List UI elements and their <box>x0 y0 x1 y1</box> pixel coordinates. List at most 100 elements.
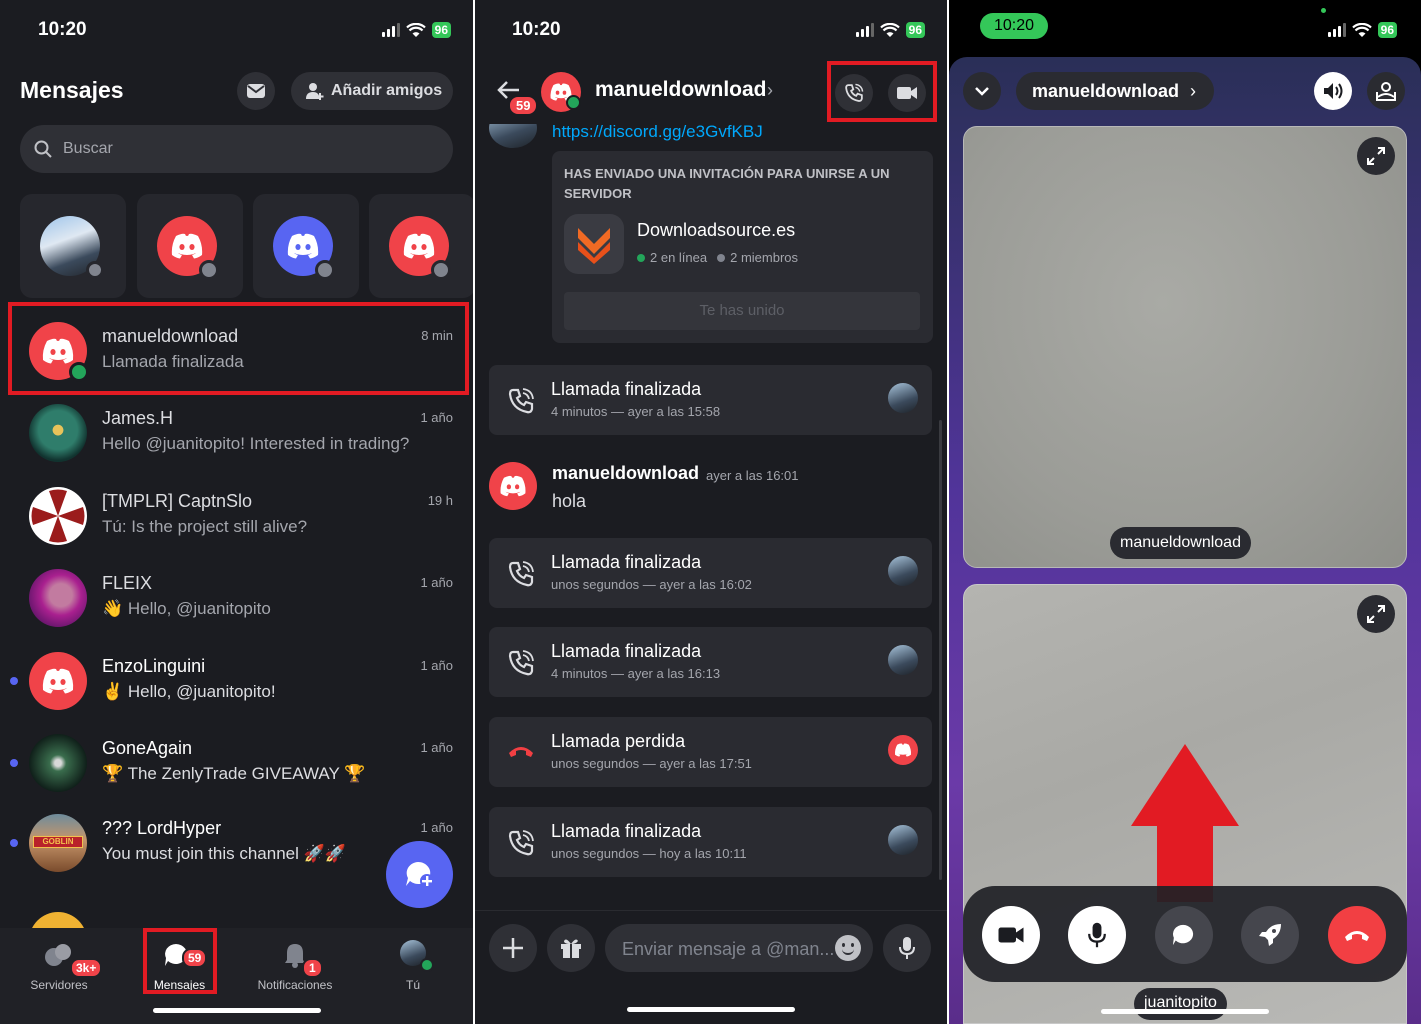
highlight-box <box>8 302 469 395</box>
conversation-time: 1 año <box>420 820 453 835</box>
servers-badge: 3k+ <box>70 958 103 978</box>
hangup-icon <box>509 747 533 757</box>
home-indicator <box>627 1007 795 1012</box>
call-controls <box>963 886 1407 982</box>
expand-tile-button[interactable] <box>1357 595 1395 633</box>
call-details: unos segundos — hoy a las 10:11 <box>551 846 747 861</box>
scrollbar[interactable] <box>939 420 942 880</box>
gift-button[interactable] <box>547 924 595 972</box>
unread-indicator <box>10 759 18 767</box>
chat-button[interactable] <box>1155 906 1213 964</box>
recent-contact[interactable] <box>253 194 359 298</box>
nav-profile-label: Tú <box>405 978 420 992</box>
nav-profile[interactable]: Tú <box>380 936 446 996</box>
recent-contact[interactable] <box>369 194 473 298</box>
conversation-time: 19 h <box>427 493 453 508</box>
status-time: 10:20 <box>512 19 561 40</box>
emoji-icon[interactable] <box>835 935 861 961</box>
status-icons: 96 <box>1327 22 1397 38</box>
call-details: unos segundos — ayer a las 17:51 <box>551 756 752 771</box>
chat-bubble-icon <box>1172 924 1194 946</box>
conversation-name: ??? LordHyper <box>102 818 222 838</box>
call-username: manueldownload <box>1032 81 1180 101</box>
conversation-captnslo[interactable]: [TMPLR] CaptnSlo Tú: Is the project stil… <box>0 475 473 557</box>
conversation-goneagain[interactable]: GoneAgain 🏆 The ZenlyTrade GIVEAWAY 🏆 1 … <box>0 722 473 804</box>
signal-icon <box>855 23 874 37</box>
page-title: Mensajes <box>20 77 124 103</box>
call-log: Llamada finalizada unos segundos — hoy a… <box>489 807 932 877</box>
goblin-banner: GOBLIN <box>33 836 83 848</box>
voice-message-button[interactable] <box>883 924 931 972</box>
unread-indicator <box>10 839 18 847</box>
minimize-call-button[interactable] <box>963 72 1001 110</box>
add-friends-button[interactable]: Añadir amigos <box>291 72 453 110</box>
call-title: Llamada finalizada <box>551 821 702 841</box>
search-input[interactable]: Buscar <box>20 125 453 173</box>
phone-icon <box>508 561 534 587</box>
avatar <box>29 487 87 545</box>
expand-tile-button[interactable] <box>1357 137 1395 175</box>
camera-indicator <box>1321 8 1326 13</box>
conversation-james-h[interactable]: James.H Hello @juanitopito! Interested i… <box>0 392 473 474</box>
message-text: hola <box>552 491 587 511</box>
chevron-down-icon <box>975 87 989 96</box>
conversation-fleix[interactable]: FLEIX 👋 Hello, @juanitopito 1 año <box>0 557 473 639</box>
chat-username[interactable]: manueldownload <box>595 78 767 102</box>
conversation-time: 1 año <box>420 575 453 590</box>
microphone-icon <box>899 937 915 959</box>
video-tile-remote[interactable]: manueldownload <box>963 126 1407 568</box>
conversation-time: 1 año <box>420 658 453 673</box>
conversation-preview: Tú: Is the project still alive? <box>102 517 308 536</box>
discord-avatar-icon <box>29 652 87 710</box>
new-message-button[interactable] <box>386 841 453 908</box>
nav-notifications[interactable]: 1 Notificaciones <box>250 936 340 996</box>
hangup-icon <box>1345 931 1369 941</box>
call-title: Llamada perdida <box>551 731 686 751</box>
avatar <box>888 645 918 675</box>
members-dot <box>717 253 726 262</box>
recent-contact[interactable] <box>20 194 126 298</box>
conversation-name: FLEIX <box>102 573 153 593</box>
speaker-button[interactable] <box>1314 72 1352 110</box>
battery-indicator: 96 <box>905 22 925 38</box>
avatar: GOBLIN <box>29 814 87 872</box>
recent-contact[interactable] <box>137 194 243 298</box>
camera-toggle-button[interactable] <box>982 906 1040 964</box>
switch-camera-button[interactable] <box>1367 72 1405 110</box>
inbox-button[interactable] <box>237 72 275 110</box>
highlight-box <box>827 61 937 122</box>
participant-label: manueldownload <box>1110 527 1251 559</box>
conversation-preview: 🏆 The ZenlyTrade GIVEAWAY 🏆 <box>102 764 366 783</box>
rocket-icon <box>1259 924 1281 946</box>
add-user-icon <box>306 83 324 100</box>
end-call-button[interactable] <box>1328 906 1386 964</box>
server-icon <box>564 214 624 274</box>
conversation-preview: Hello @juanitopito! Interested in tradin… <box>102 434 410 453</box>
invite-link[interactable]: https://discord.gg/e3GvfKBJ <box>552 122 763 142</box>
home-indicator <box>153 1008 321 1013</box>
message-author[interactable]: manueldownload <box>552 463 699 484</box>
attach-button[interactable] <box>489 924 537 972</box>
mute-button[interactable] <box>1068 906 1126 964</box>
invite-heading: HAS ENVIADO UNA INVITACIÓN PARA UNIRSE A… <box>564 166 890 201</box>
battery-indicator: 96 <box>431 22 451 38</box>
online-status-icon <box>566 95 581 110</box>
call-channel-pill[interactable]: manueldownload › <box>1016 72 1214 110</box>
microphone-icon <box>1088 922 1106 948</box>
chevron-right-icon: › <box>767 80 773 100</box>
online-dot <box>637 253 645 262</box>
conversation-name: GoneAgain <box>102 738 193 758</box>
nav-servers[interactable]: 3k+ Servidores <box>14 936 104 996</box>
activities-button[interactable] <box>1241 906 1299 964</box>
message-input[interactable]: Enviar mensaje a @man... <box>605 924 873 972</box>
video-camera-icon <box>998 927 1024 943</box>
conversation-name: [TMPLR] CaptnSlo <box>102 491 253 511</box>
avatar <box>888 556 918 586</box>
downloadsource-logo-icon <box>578 228 610 264</box>
message-author-avatar[interactable] <box>489 462 537 510</box>
call-title: Llamada finalizada <box>551 379 702 399</box>
conversation-enzolinguini[interactable]: EnzoLinguini ✌️ Hello, @juanitopito! 1 a… <box>0 640 473 722</box>
unread-indicator <box>10 677 18 685</box>
call-details: 4 minutos — ayer a las 16:13 <box>551 666 721 681</box>
call-log-missed: Llamada perdida unos segundos — ayer a l… <box>489 717 932 787</box>
